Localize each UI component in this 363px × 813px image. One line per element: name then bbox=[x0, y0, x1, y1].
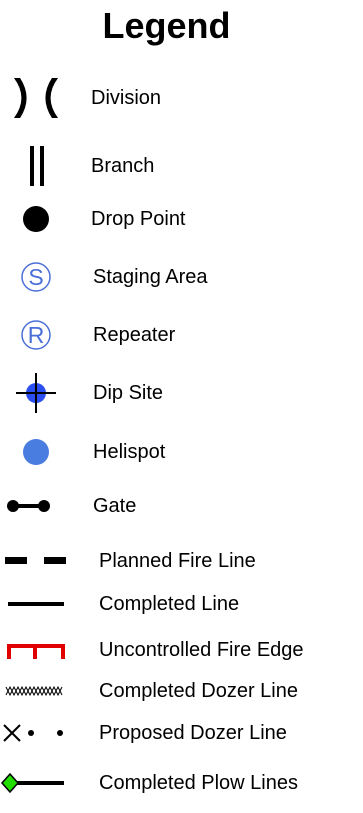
division-icon bbox=[0, 78, 80, 118]
legend-label: Staging Area bbox=[93, 266, 208, 288]
svg-text:R: R bbox=[28, 322, 45, 348]
legend-title: Legend bbox=[102, 5, 231, 46]
helispot-icon bbox=[0, 432, 80, 472]
legend-label: Branch bbox=[91, 155, 155, 177]
legend-item-uncontrolled-fire-edge: Uncontrolled Fire Edge bbox=[0, 630, 363, 670]
legend-item-drop-point: Drop Point bbox=[0, 199, 363, 239]
legend-item-completed-plow-lines: Completed Plow Lines bbox=[0, 763, 363, 803]
staging-area-icon: S bbox=[0, 257, 80, 297]
legend-item-completed-line: Completed Line bbox=[0, 584, 363, 624]
legend-label: Drop Point bbox=[91, 208, 186, 230]
legend-item-staging-area: S Staging Area bbox=[0, 257, 363, 297]
legend-item-helispot: Helispot bbox=[0, 432, 363, 472]
uncontrolled-fire-edge-icon bbox=[0, 630, 80, 670]
legend-item-completed-dozer-line: Completed Dozer Line bbox=[0, 671, 363, 711]
legend-label: Uncontrolled Fire Edge bbox=[99, 639, 304, 661]
legend-label: Repeater bbox=[93, 324, 176, 346]
legend-item-dip-site: Dip Site bbox=[0, 373, 363, 413]
drop-point-icon bbox=[0, 199, 80, 239]
dip-site-icon bbox=[0, 373, 80, 413]
completed-dozer-line-icon bbox=[0, 671, 80, 711]
legend-label: Helispot bbox=[93, 441, 166, 463]
legend-label: Planned Fire Line bbox=[99, 550, 256, 572]
branch-icon bbox=[0, 146, 80, 186]
legend-item-repeater: R Repeater bbox=[0, 315, 363, 355]
repeater-icon: R bbox=[0, 315, 80, 355]
svg-text:S: S bbox=[28, 264, 43, 290]
legend-label: Division bbox=[91, 87, 162, 109]
legend-label: Completed Dozer Line bbox=[99, 680, 298, 702]
legend-label: Completed Line bbox=[99, 593, 240, 615]
proposed-dozer-line-icon bbox=[0, 713, 80, 753]
gate-icon bbox=[0, 486, 80, 526]
legend-label: Gate bbox=[93, 495, 137, 517]
planned-fire-line-icon bbox=[0, 541, 80, 581]
completed-line-icon bbox=[0, 584, 80, 624]
legend-label: Proposed Dozer Line bbox=[99, 722, 287, 744]
legend-item-branch: Branch bbox=[0, 146, 363, 186]
legend-item-gate: Gate bbox=[0, 486, 363, 526]
legend-item-division: Division bbox=[0, 78, 363, 118]
completed-plow-lines-icon bbox=[0, 763, 80, 803]
legend-label: Completed Plow Lines bbox=[99, 772, 298, 794]
legend-label: Dip Site bbox=[93, 382, 164, 404]
legend-item-proposed-dozer-line: Proposed Dozer Line bbox=[0, 713, 363, 753]
legend-item-planned-fire-line: Planned Fire Line bbox=[0, 541, 363, 581]
